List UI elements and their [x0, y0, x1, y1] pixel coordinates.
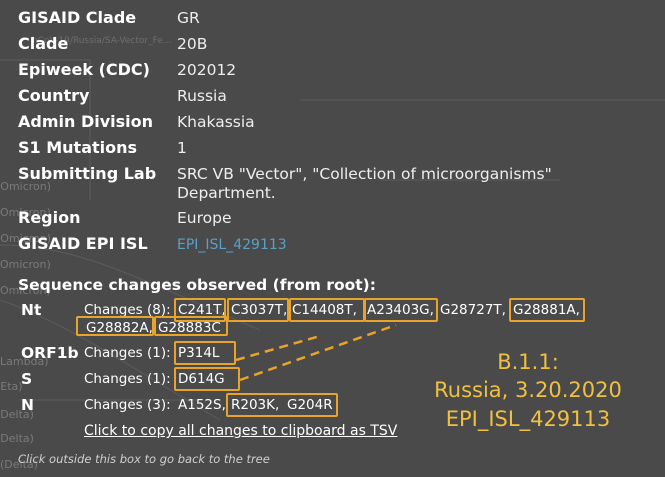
annotation-epi-isl: EPI_ISL_429113	[445, 407, 611, 431]
close-hint: Click outside this box to go back to the…	[18, 452, 270, 466]
annotation-connectors	[235, 323, 397, 382]
annotation-lineage: B.1.1:	[497, 350, 559, 374]
sequence-info-modal: GISAID Clade GR Clade 20B Epiweek (CDC) …	[0, 0, 665, 477]
annotation-location-date: Russia, 3.20.2020	[434, 378, 622, 402]
copy-changes-link[interactable]: Click to copy all changes to clipboard a…	[84, 423, 397, 439]
